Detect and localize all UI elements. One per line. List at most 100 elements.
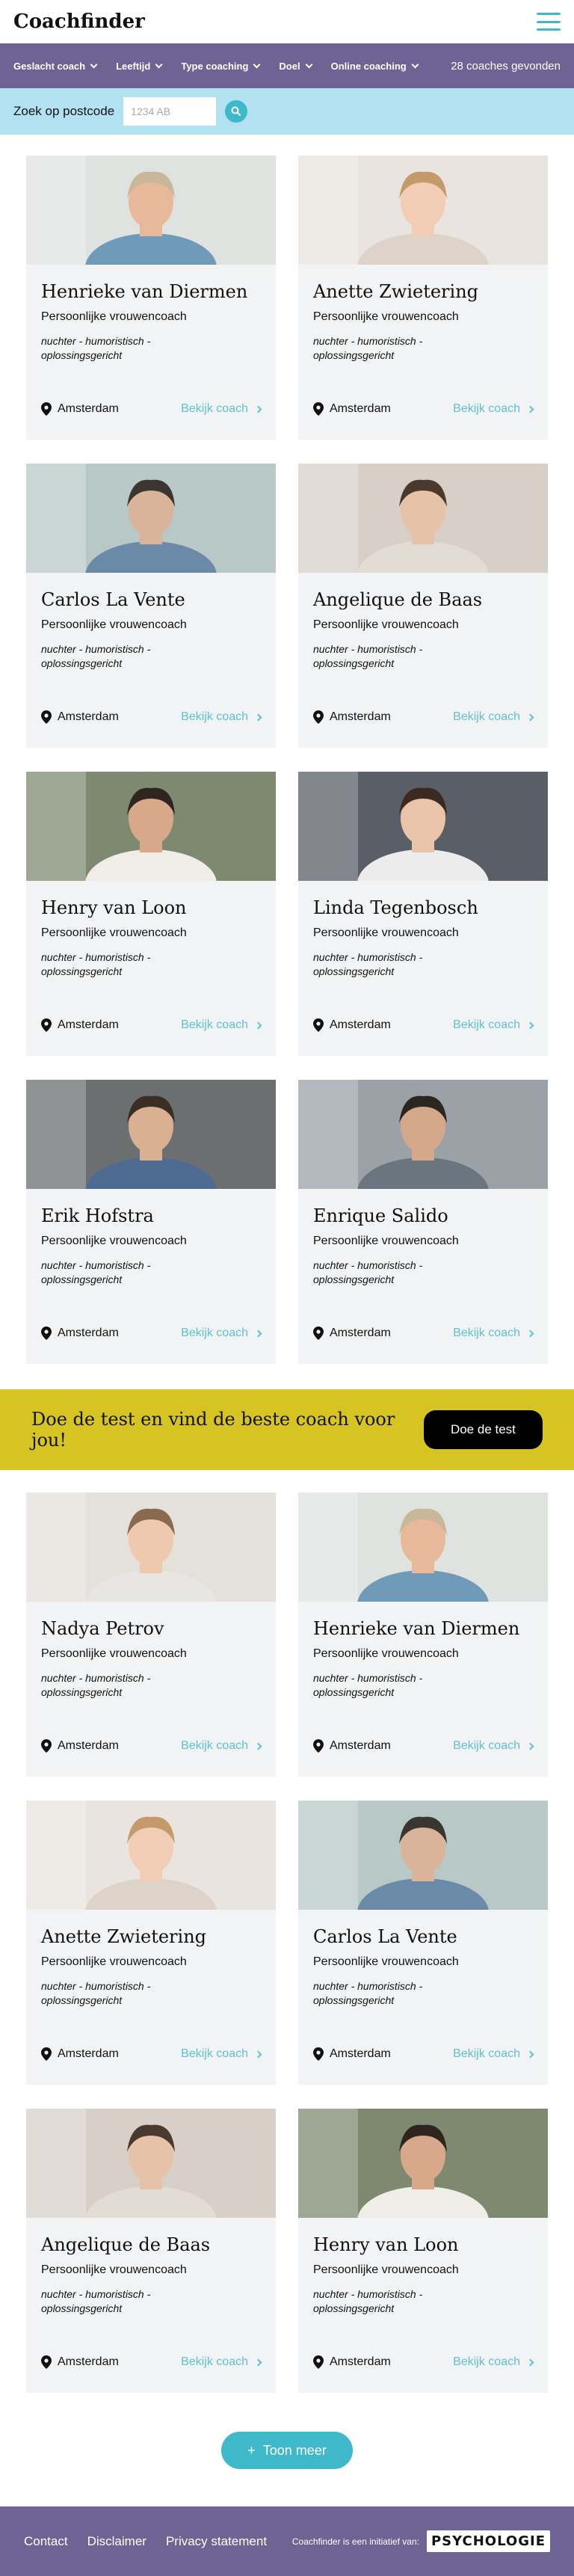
view-coach-link[interactable]: Bekijk coach: [453, 710, 534, 724]
coach-photo: [298, 1801, 548, 1910]
view-coach-link[interactable]: Bekijk coach: [181, 1327, 262, 1340]
view-coach-link[interactable]: Bekijk coach: [181, 2355, 262, 2369]
footer-link-contact[interactable]: Contact: [24, 2534, 68, 2549]
card-body: Angelique de Baas Persoonlijke vrouwencoa…: [26, 2218, 276, 2316]
coach-card[interactable]: Henrieke van Diermen Persoonlijke vrouwen…: [26, 156, 276, 440]
coach-card[interactable]: Henry van Loon Persoonlijke vrouwencoach n…: [26, 772, 276, 1056]
view-coach-link[interactable]: Bekijk coach: [181, 402, 262, 416]
view-coach-link[interactable]: Bekijk coach: [453, 2047, 534, 2061]
coach-type: Persoonlijke vrouwencoach: [41, 1234, 187, 1247]
filter-leeftijd[interactable]: Leeftijd: [116, 61, 163, 72]
coach-card[interactable]: Linda Tegenbosch Persoonlijke vrouwencoac…: [298, 772, 548, 1056]
location-text: Amsterdam: [58, 402, 119, 415]
chevron-right-icon: [526, 2050, 534, 2058]
view-coach-label: Bekijk coach: [453, 2047, 520, 2060]
test-banner: Doe de test en vind de beste coach voor …: [0, 1389, 574, 1470]
coach-card[interactable]: Anette Zwietering Persoonlijke vrouwencoa…: [298, 156, 548, 440]
card-body: Henry van Loon Persoonlijke vrouwencoach n…: [298, 2218, 548, 2316]
location-pin-icon: [313, 1018, 324, 1032]
card-body: Enrique Salido Persoonlijke vrouwencoach n…: [298, 1189, 548, 1287]
coach-name: Anette Zwietering: [41, 1926, 207, 1947]
chevron-down-icon: [155, 61, 163, 68]
chevron-right-icon: [526, 1330, 534, 1337]
location-text: Amsterdam: [58, 1327, 119, 1339]
card-footer: Amsterdam Bekijk coach: [41, 2047, 262, 2061]
coach-card[interactable]: Anette Zwietering Persoonlijke vrouwencoa…: [26, 1801, 276, 2085]
location-text: Amsterdam: [330, 1018, 391, 1031]
psychologie-logo[interactable]: PSYCHOLOGIE: [426, 2530, 550, 2552]
location-text: Amsterdam: [330, 710, 391, 723]
location-text: Amsterdam: [58, 2047, 119, 2060]
location-pin-icon: [41, 1018, 52, 1032]
card-footer: Amsterdam Bekijk coach: [41, 2355, 262, 2369]
coach-name: Henry van Loon: [313, 2234, 459, 2255]
top-header: Coachfinder: [0, 0, 574, 43]
card-footer: Amsterdam Bekijk coach: [41, 1018, 262, 1032]
location-pin-icon: [313, 710, 324, 724]
filter-doel[interactable]: Doel: [279, 61, 313, 72]
filter-online-coaching[interactable]: Online coaching: [331, 61, 419, 72]
location-pin-icon: [41, 402, 52, 416]
chevron-down-icon: [253, 61, 261, 68]
card-body: Anette Zwietering Persoonlijke vrouwencoa…: [298, 265, 548, 363]
chevron-right-icon: [526, 2358, 534, 2366]
filter-type-coaching[interactable]: Type coaching: [181, 61, 261, 72]
coach-card[interactable]: Carlos La Vente Persoonlijke vrouwencoach…: [26, 464, 276, 748]
results-count: 28 coaches gevonden: [451, 59, 561, 73]
view-coach-label: Bekijk coach: [181, 1018, 248, 1031]
card-footer: Amsterdam Bekijk coach: [313, 1327, 534, 1340]
chevron-down-icon: [411, 61, 419, 68]
load-more-button[interactable]: + Toon meer: [221, 2432, 353, 2469]
search-button[interactable]: [225, 100, 248, 123]
coach-tags: nuchter - humoristisch - oplossingsgeric…: [313, 1979, 423, 2006]
coach-card[interactable]: Nadya Petrov Persoonlijke vrouwencoach nuc…: [26, 1493, 276, 1777]
footer-link-privacy[interactable]: Privacy statement: [166, 2534, 267, 2549]
card-footer: Amsterdam Bekijk coach: [41, 710, 262, 724]
coach-card[interactable]: Angelique de Baas Persoonlijke vrouwencoa…: [298, 464, 548, 748]
view-coach-link[interactable]: Bekijk coach: [181, 2047, 262, 2061]
view-coach-label: Bekijk coach: [181, 710, 248, 723]
chevron-right-icon: [254, 1021, 262, 1029]
coach-type: Persoonlijke vrouwencoach: [313, 310, 459, 323]
view-coach-link[interactable]: Bekijk coach: [453, 1018, 534, 1032]
view-coach-link[interactable]: Bekijk coach: [453, 1739, 534, 1753]
coach-name: Angelique de Baas: [41, 2234, 211, 2255]
card-body: Nadya Petrov Persoonlijke vrouwencoach nuc…: [26, 1602, 276, 1700]
location-pin-icon: [41, 1739, 52, 1753]
card-footer: Amsterdam Bekijk coach: [313, 2355, 534, 2369]
coach-location: Amsterdam: [41, 1018, 119, 1032]
location-pin-icon: [313, 2355, 324, 2369]
view-coach-link[interactable]: Bekijk coach: [453, 1327, 534, 1340]
view-coach-label: Bekijk coach: [181, 2355, 248, 2368]
coach-card[interactable]: Henry van Loon Persoonlijke vrouwencoach n…: [298, 2109, 548, 2393]
coach-card[interactable]: Angelique de Baas Persoonlijke vrouwencoa…: [26, 2109, 276, 2393]
coach-name: Anette Zwietering: [313, 281, 479, 302]
filter-geslacht[interactable]: Geslacht coach: [13, 61, 98, 72]
view-coach-link[interactable]: Bekijk coach: [181, 1739, 262, 1753]
footer-link-disclaimer[interactable]: Disclaimer: [87, 2534, 146, 2549]
location-text: Amsterdam: [330, 2355, 391, 2368]
menu-icon[interactable]: [537, 13, 561, 31]
chevron-right-icon: [526, 405, 534, 413]
view-coach-link[interactable]: Bekijk coach: [181, 1018, 262, 1032]
view-coach-label: Bekijk coach: [181, 1327, 248, 1339]
coach-location: Amsterdam: [313, 402, 391, 416]
view-coach-link[interactable]: Bekijk coach: [453, 402, 534, 416]
coach-type: Persoonlijke vrouwencoach: [41, 1647, 187, 1660]
coach-tags: nuchter - humoristisch - oplossingsgeric…: [41, 334, 151, 361]
coach-card[interactable]: Erik Hofstra Persoonlijke vrouwencoach nuc…: [26, 1080, 276, 1364]
take-test-button[interactable]: Doe de test: [423, 1410, 543, 1449]
coach-grid: Nadya Petrov Persoonlijke vrouwencoach nuc…: [0, 1470, 574, 2393]
coach-card[interactable]: Enrique Salido Persoonlijke vrouwencoach n…: [298, 1080, 548, 1364]
view-coach-link[interactable]: Bekijk coach: [181, 710, 262, 724]
coach-name: Enrique Salido: [313, 1205, 448, 1226]
coach-card[interactable]: Carlos La Vente Persoonlijke vrouwencoach…: [298, 1801, 548, 2085]
coach-tags: nuchter - humoristisch - oplossingsgeric…: [313, 950, 423, 977]
coach-card[interactable]: Henrieke van Diermen Persoonlijke vrouwen…: [298, 1493, 548, 1777]
coach-location: Amsterdam: [313, 2047, 391, 2061]
view-coach-link[interactable]: Bekijk coach: [453, 2355, 534, 2369]
postcode-input[interactable]: [123, 97, 217, 126]
location-pin-icon: [41, 710, 52, 724]
site-logo[interactable]: Coachfinder: [13, 10, 145, 33]
location-text: Amsterdam: [58, 710, 119, 723]
